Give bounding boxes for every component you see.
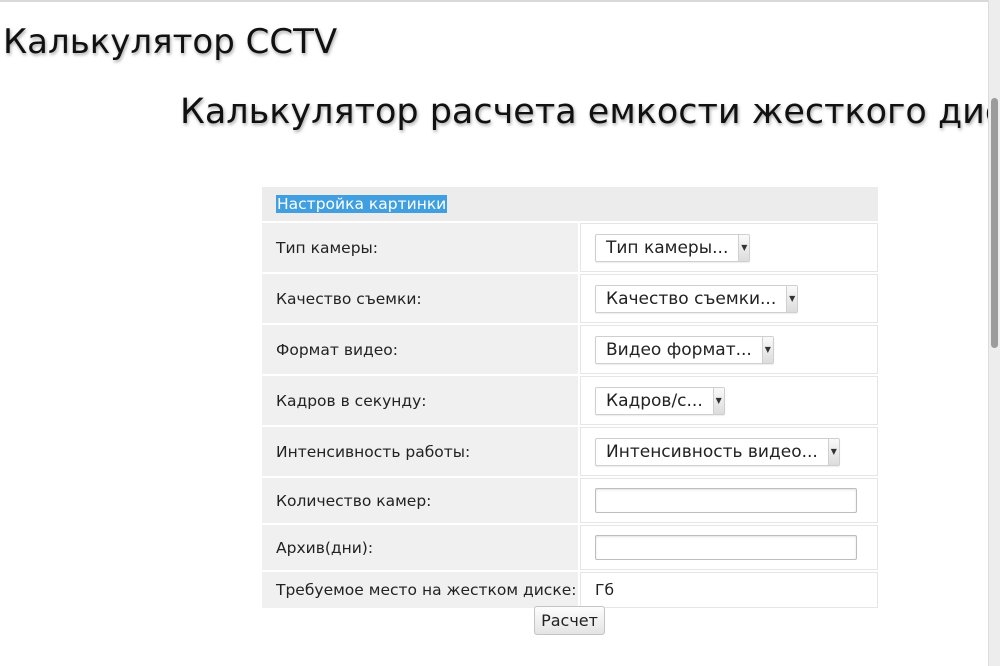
fps-cell: Кадров/с... ▼ (580, 376, 878, 425)
required-space-label: Требуемое место на жестком диске: (262, 572, 578, 608)
video-format-cell: Видео формат... ▼ (580, 325, 878, 374)
archive-days-input[interactable] (595, 535, 857, 560)
chevron-down-icon: ▼ (827, 438, 839, 465)
form-row-camera-count: Количество камер: (262, 478, 878, 523)
camera-count-input[interactable] (595, 488, 857, 513)
form-row-camera-type: Тип камеры: Тип камеры... ▼ (262, 223, 878, 272)
form-row-video-format: Формат видео: Видео формат... ▼ (262, 325, 878, 374)
required-space-value: Гб (595, 581, 615, 599)
browser-viewport: Калькулятор CCTV Калькулятор расчета емк… (0, 0, 1000, 666)
intensity-cell: Интенсивность видео... ▼ (580, 427, 878, 476)
intensity-label: Интенсивность работы: (262, 427, 578, 476)
required-space-cell: Гб (580, 572, 878, 608)
fps-value: Кадров/с... (606, 390, 703, 411)
form-row-required-space: Требуемое место на жестком диске: Гб (262, 572, 878, 608)
page-heading: Калькулятор расчета емкости жесткого дис… (180, 92, 1000, 132)
chevron-down-icon: ▼ (738, 234, 750, 261)
fps-select[interactable]: Кадров/с... ▼ (595, 386, 725, 415)
top-border (0, 0, 988, 2)
chevron-down-icon: ▼ (786, 285, 798, 312)
form-row-archive-days: Архив(дни): (262, 525, 878, 570)
chevron-down-icon: ▼ (712, 387, 724, 414)
form-row-quality: Качество съемки: Качество съемки... ▼ (262, 274, 878, 323)
site-title: Калькулятор CCTV (3, 22, 338, 62)
video-format-select[interactable]: Видео формат... ▼ (595, 335, 774, 364)
camera-type-cell: Тип камеры... ▼ (580, 223, 878, 272)
quality-value: Качество съемки... (606, 288, 777, 309)
camera-type-label: Тип камеры: (262, 223, 578, 272)
fps-label: Кадров в секунду: (262, 376, 578, 425)
camera-type-select[interactable]: Тип камеры... ▼ (595, 233, 751, 262)
camera-count-label: Количество камер: (262, 478, 578, 523)
video-format-value: Видео формат... (606, 339, 752, 360)
calculator-form: Настройка картинки Тип камеры: Тип камер… (260, 185, 880, 610)
quality-select[interactable]: Качество съемки... ▼ (595, 284, 799, 313)
form-row-intensity: Интенсивность работы: Интенсивность виде… (262, 427, 878, 476)
form-row-fps: Кадров в секунду: Кадров/с... ▼ (262, 376, 878, 425)
section-title: Настройка картинки (276, 195, 448, 213)
video-format-label: Формат видео: (262, 325, 578, 374)
intensity-value: Интенсивность видео... (606, 441, 818, 462)
section-header-row: Настройка картинки (262, 187, 878, 221)
camera-type-value: Тип камеры... (606, 237, 729, 258)
vertical-scrollbar[interactable] (988, 0, 1000, 666)
chevron-down-icon: ▼ (761, 336, 773, 363)
calculate-button[interactable]: Расчет (534, 606, 605, 635)
section-header: Настройка картинки (262, 187, 878, 221)
quality-label: Качество съемки: (262, 274, 578, 323)
quality-cell: Качество съемки... ▼ (580, 274, 878, 323)
scrollbar-thumb[interactable] (991, 98, 998, 348)
camera-count-cell (580, 478, 878, 523)
archive-days-label: Архив(дни): (262, 525, 578, 570)
intensity-select[interactable]: Интенсивность видео... ▼ (595, 437, 840, 466)
archive-days-cell (580, 525, 878, 570)
